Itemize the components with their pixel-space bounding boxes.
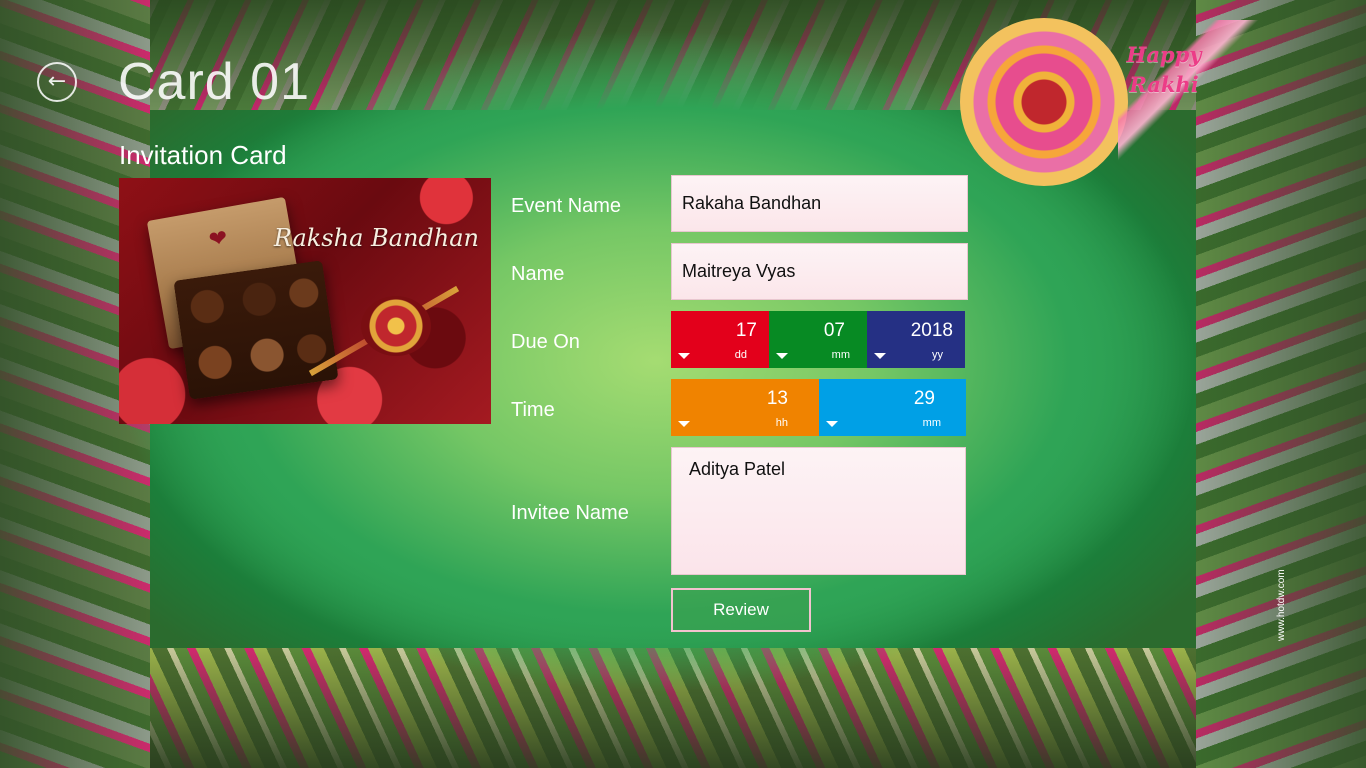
rakhi-text: Rakhi xyxy=(1129,72,1199,97)
foliage-bottom xyxy=(0,648,1366,768)
month-unit: mm xyxy=(831,349,850,361)
back-button[interactable]: ← xyxy=(37,62,77,102)
event-name-field[interactable]: Rakaha Bandhan xyxy=(671,175,968,232)
happy-text: Happy xyxy=(1126,42,1202,67)
review-button[interactable]: Review xyxy=(671,588,811,632)
card-caption: Raksha Bandhan xyxy=(273,224,479,252)
dropdown-arrow-icon xyxy=(678,421,690,427)
month-picker[interactable]: 07 mm xyxy=(769,311,867,368)
rakhi-decoration xyxy=(960,18,1128,186)
year-value: 2018 xyxy=(910,320,953,341)
dropdown-arrow-icon xyxy=(874,353,886,359)
hour-unit: hh xyxy=(775,417,788,429)
heart-icon: ❤ xyxy=(207,225,230,254)
watermark: www.hotdw.com xyxy=(1276,569,1287,641)
day-picker[interactable]: 17 dd xyxy=(671,311,769,368)
year-unit: yy xyxy=(932,349,943,361)
day-value: 17 xyxy=(735,320,757,341)
dropdown-arrow-icon xyxy=(826,421,838,427)
day-unit: dd xyxy=(734,349,747,361)
due-on-label: Due On xyxy=(511,331,580,353)
chocolates xyxy=(173,260,339,400)
page-title: Card 01 xyxy=(118,53,310,111)
rakhi-icon xyxy=(361,296,431,356)
event-name-label: Event Name xyxy=(511,195,622,217)
name-field[interactable]: Maitreya Vyas xyxy=(671,243,968,300)
month-value: 07 xyxy=(823,320,845,341)
section-title: Invitation Card xyxy=(119,140,287,170)
year-picker[interactable]: 2018 yy xyxy=(867,311,965,368)
hour-value: 13 xyxy=(766,388,788,409)
hour-picker[interactable]: 13 hh xyxy=(671,379,819,436)
time-label: Time xyxy=(511,399,555,421)
back-arrow-icon: ← xyxy=(47,69,67,94)
invitee-name-label: Invitee Name xyxy=(511,502,629,524)
name-label: Name xyxy=(511,263,565,285)
invitee-name-field[interactable]: Aditya Patel xyxy=(671,447,966,575)
happy-rakhi-text: Happy Rakhi xyxy=(1116,40,1212,100)
card-image: ❤ Raksha Bandhan xyxy=(119,178,491,424)
minute-value: 29 xyxy=(913,388,935,409)
dropdown-arrow-icon xyxy=(776,353,788,359)
dropdown-arrow-icon xyxy=(678,353,690,359)
minute-picker[interactable]: 29 mm xyxy=(819,379,966,436)
minute-unit: mm xyxy=(922,417,941,429)
